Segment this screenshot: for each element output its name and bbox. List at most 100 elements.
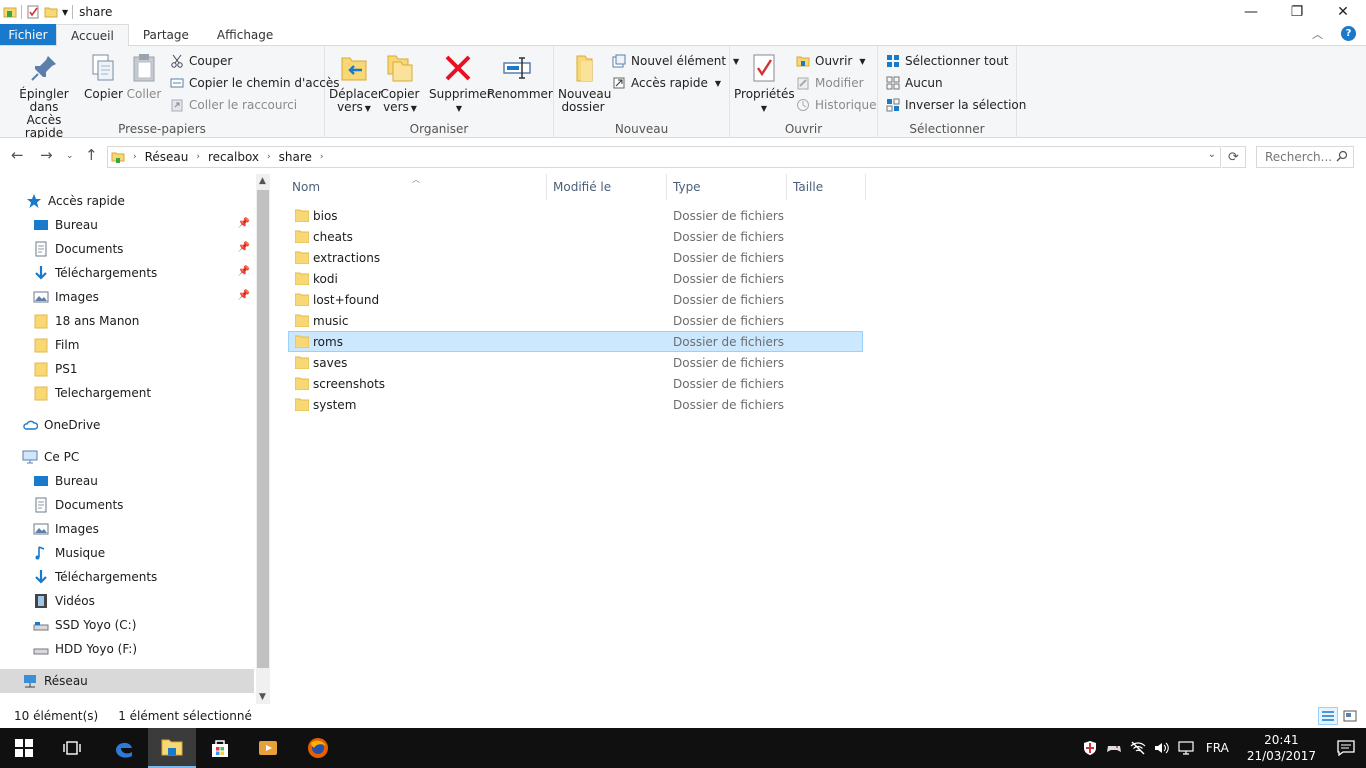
task-view-button[interactable] — [48, 728, 96, 768]
search-input[interactable] — [1265, 150, 1331, 164]
breadcrumb-network[interactable]: Réseau — [145, 150, 189, 164]
game-controller-icon[interactable] — [1102, 742, 1126, 754]
pin-icon[interactable]: 📌 — [238, 266, 250, 277]
file-row-lost-found[interactable]: lost+found Dossier de fichiers — [288, 289, 863, 310]
nav-pc-downloads[interactable]: Téléchargements — [0, 565, 254, 589]
search-box[interactable] — [1256, 146, 1354, 168]
maximize-button[interactable]: ❐ — [1274, 0, 1320, 24]
properties-button[interactable]: Propriétés ▼ — [734, 52, 795, 115]
address-bar[interactable]: › Réseau › recalbox › share › ⌄ — [107, 146, 1221, 168]
nav-folder-18-ans-manon[interactable]: 18 ans Manon — [0, 309, 254, 333]
cut-button[interactable]: Couper — [170, 51, 232, 71]
tab-home[interactable]: Accueil — [56, 24, 129, 46]
help-icon[interactable]: ? — [1341, 26, 1356, 41]
large-icons-view-icon[interactable] — [1340, 707, 1360, 725]
select-all-button[interactable]: Sélectionner tout — [886, 51, 1008, 71]
move-to-button[interactable]: Déplacer vers ▼ — [329, 52, 383, 115]
nav-this-pc[interactable]: Ce PC — [0, 445, 254, 469]
copy-path-button[interactable]: Copier le chemin d'accès — [170, 73, 339, 93]
new-item-button[interactable]: Nouvel élément ▼ — [612, 51, 739, 71]
breadcrumb-chevron-icon[interactable]: › — [320, 152, 324, 162]
nav-pc-drive-c[interactable]: SSD Yoyo (C:) — [0, 613, 254, 637]
collapse-ribbon-chevron-icon[interactable]: ︿ — [1312, 26, 1323, 42]
rename-button[interactable]: Renommer — [487, 52, 553, 101]
nav-pc-documents[interactable]: Documents — [0, 493, 254, 517]
nav-pc-pictures[interactable]: Images — [0, 517, 254, 541]
invert-selection-button[interactable]: Inverser la sélection — [886, 95, 1026, 115]
scroll-down-icon[interactable]: ▼ — [259, 692, 266, 702]
explorer-app-icon[interactable] — [3, 5, 17, 19]
action-center-icon[interactable] — [1326, 740, 1366, 756]
file-row-saves[interactable]: saves Dossier de fichiers — [288, 352, 863, 373]
file-row-kodi[interactable]: kodi Dossier de fichiers — [288, 268, 863, 289]
file-row-cheats[interactable]: cheats Dossier de fichiers — [288, 226, 863, 247]
address-dropdown-chevron-icon[interactable]: ⌄ — [1208, 149, 1216, 160]
up-arrow-icon[interactable]: ↑ — [85, 146, 98, 164]
easy-access-button[interactable]: Accès rapide ▼ — [612, 73, 721, 93]
pin-icon[interactable]: 📌 — [238, 242, 250, 253]
tab-share[interactable]: Partage — [129, 24, 203, 45]
column-header-name[interactable]: Nom — [286, 174, 547, 200]
history-button[interactable]: Historique — [796, 95, 877, 115]
network-offline-icon[interactable] — [1126, 741, 1150, 755]
taskbar-store[interactable] — [196, 728, 244, 768]
input-language[interactable]: FRA — [1198, 741, 1237, 755]
nav-folder-ps1[interactable]: PS1 — [0, 357, 254, 381]
taskbar-media-player[interactable] — [244, 728, 292, 768]
minimize-button[interactable]: — — [1228, 0, 1274, 24]
nav-folder-telechargement[interactable]: Telechargement — [0, 381, 254, 405]
nav-pc-drive-f[interactable]: HDD Yoyo (F:) — [0, 637, 254, 661]
open-button[interactable]: Ouvrir ▼ — [796, 51, 866, 71]
select-none-button[interactable]: Aucun — [886, 73, 943, 93]
nav-quick-access[interactable]: Accès rapide — [0, 189, 254, 213]
copy-button[interactable]: Copier — [84, 52, 123, 101]
edit-button[interactable]: Modifier — [796, 73, 864, 93]
tab-view[interactable]: Affichage — [203, 24, 287, 45]
antivirus-shield-icon[interactable] — [1078, 740, 1102, 756]
scroll-up-icon[interactable]: ▲ — [259, 176, 266, 186]
taskbar-edge[interactable] — [100, 728, 148, 768]
nav-pane-scrollbar[interactable]: ▲ ▼ — [256, 174, 270, 704]
paste-button[interactable]: Coller — [126, 52, 162, 101]
nav-pc-music[interactable]: Musique — [0, 541, 254, 565]
volume-icon[interactable] — [1150, 741, 1174, 755]
nav-onedrive[interactable]: OneDrive — [0, 413, 254, 437]
tab-file[interactable]: Fichier — [0, 24, 56, 45]
new-folder-icon[interactable] — [44, 5, 58, 19]
breadcrumb-chevron-icon[interactable]: › — [196, 152, 200, 162]
copy-to-button[interactable]: Copier vers ▼ — [379, 52, 421, 115]
start-button[interactable] — [0, 728, 48, 768]
refresh-button[interactable]: ⟳ — [1222, 146, 1246, 168]
delete-button[interactable]: Supprimer ▼ — [429, 52, 492, 115]
scrollbar-thumb[interactable] — [257, 190, 269, 668]
file-row-roms[interactable]: roms Dossier de fichiers — [288, 331, 863, 352]
file-row-system[interactable]: system Dossier de fichiers — [288, 394, 863, 415]
properties-icon[interactable] — [26, 5, 40, 19]
nav-pc-videos[interactable]: Vidéos — [0, 589, 254, 613]
breadcrumb-recalbox[interactable]: recalbox — [208, 150, 259, 164]
recent-locations-chevron-icon[interactable]: ⌄ — [66, 151, 74, 161]
file-row-extractions[interactable]: extractions Dossier de fichiers — [288, 247, 863, 268]
display-icon[interactable] — [1174, 741, 1198, 755]
nav-quick-downloads[interactable]: Téléchargements 📌 — [0, 261, 254, 285]
breadcrumb-chevron-icon[interactable]: › — [267, 152, 271, 162]
file-row-music[interactable]: music Dossier de fichiers — [288, 310, 863, 331]
forward-arrow-icon[interactable]: → — [40, 146, 53, 164]
close-button[interactable]: ✕ — [1320, 0, 1366, 24]
back-arrow-icon[interactable]: ← — [11, 146, 24, 164]
nav-pc-desktop[interactable]: Bureau — [0, 469, 254, 493]
pin-icon[interactable]: 📌 — [238, 218, 250, 229]
file-row-bios[interactable]: bios Dossier de fichiers — [288, 205, 863, 226]
details-view-icon[interactable] — [1318, 707, 1338, 725]
breadcrumb-chevron-icon[interactable]: › — [133, 152, 137, 162]
taskbar-firefox[interactable] — [294, 728, 342, 768]
taskbar-file-explorer[interactable] — [148, 728, 196, 768]
pin-icon[interactable]: 📌 — [238, 290, 250, 301]
new-folder-button[interactable]: Nouveau dossier — [558, 52, 611, 114]
nav-quick-desktop[interactable]: Bureau 📌 — [0, 213, 254, 237]
nav-quick-documents[interactable]: Documents 📌 — [0, 237, 254, 261]
nav-folder-film[interactable]: Film — [0, 333, 254, 357]
file-row-screenshots[interactable]: screenshots Dossier de fichiers — [288, 373, 863, 394]
column-header-type[interactable]: Type — [667, 174, 787, 200]
paste-shortcut-button[interactable]: Coller le raccourci — [170, 95, 297, 115]
